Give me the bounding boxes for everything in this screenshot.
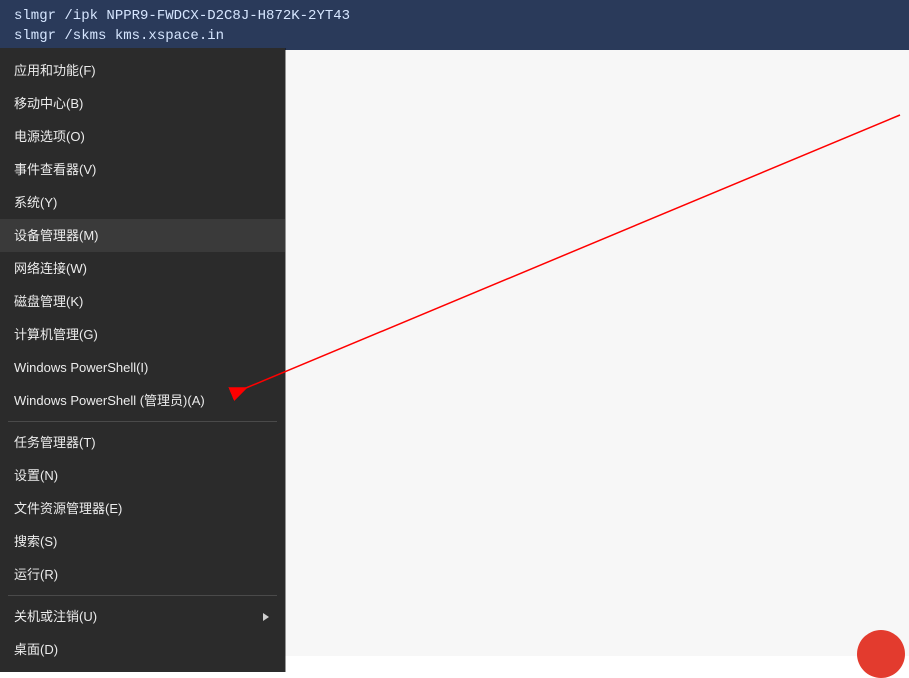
menu-separator — [8, 421, 277, 422]
menu-item-label: 文件资源管理器(E) — [14, 492, 122, 525]
terminal-line-2: slmgr /skms kms.xspace.in — [14, 28, 224, 44]
menu-item-label: 任务管理器(T) — [14, 426, 96, 459]
menu-item-event-viewer[interactable]: 事件查看器(V) — [0, 153, 285, 186]
menu-item-device-manager[interactable]: 设备管理器(M) — [0, 219, 285, 252]
menu-item-computer-management[interactable]: 计算机管理(G) — [0, 318, 285, 351]
menu-item-network-connections[interactable]: 网络连接(W) — [0, 252, 285, 285]
menu-item-label: 磁盘管理(K) — [14, 285, 83, 318]
winx-context-menu[interactable]: 应用和功能(F)移动中心(B)电源选项(O)事件查看器(V)系统(Y)设备管理器… — [0, 48, 285, 672]
menu-item-power-options[interactable]: 电源选项(O) — [0, 120, 285, 153]
menu-item-label: Windows PowerShell (管理员)(A) — [14, 384, 205, 417]
menu-item-desktop[interactable]: 桌面(D) — [0, 633, 285, 666]
menu-item-system[interactable]: 系统(Y) — [0, 186, 285, 219]
floating-action-button[interactable] — [857, 630, 905, 678]
menu-item-label: 运行(R) — [14, 558, 58, 591]
menu-item-disk-management[interactable]: 磁盘管理(K) — [0, 285, 285, 318]
menu-item-file-explorer[interactable]: 文件资源管理器(E) — [0, 492, 285, 525]
menu-item-label: 系统(Y) — [14, 186, 57, 219]
menu-item-label: 设置(N) — [14, 459, 58, 492]
menu-separator — [8, 595, 277, 596]
menu-item-powershell[interactable]: Windows PowerShell(I) — [0, 351, 285, 384]
terminal-line-1: slmgr /ipk NPPR9-FWDCX-D2C8J-H872K-2YT43 — [14, 8, 350, 24]
menu-item-label: 计算机管理(G) — [14, 318, 98, 351]
menu-item-label: 应用和功能(F) — [14, 54, 96, 87]
menu-item-label: 搜索(S) — [14, 525, 57, 558]
menu-item-apps-features[interactable]: 应用和功能(F) — [0, 54, 285, 87]
menu-item-label: 桌面(D) — [14, 633, 58, 666]
menu-item-label: 事件查看器(V) — [14, 153, 96, 186]
menu-item-powershell-admin[interactable]: Windows PowerShell (管理员)(A) — [0, 384, 285, 417]
menu-item-run[interactable]: 运行(R) — [0, 558, 285, 591]
terminal-window: slmgr /ipk NPPR9-FWDCX-D2C8J-H872K-2YT43… — [0, 0, 909, 50]
menu-item-shutdown-signout[interactable]: 关机或注销(U) — [0, 600, 285, 633]
menu-item-label: Windows PowerShell(I) — [14, 351, 148, 384]
menu-item-label: 网络连接(W) — [14, 252, 87, 285]
menu-item-label: 移动中心(B) — [14, 87, 83, 120]
menu-item-label: 电源选项(O) — [14, 120, 85, 153]
menu-item-search[interactable]: 搜索(S) — [0, 525, 285, 558]
chevron-right-icon — [263, 613, 269, 621]
menu-item-label: 关机或注销(U) — [14, 600, 97, 633]
menu-item-settings[interactable]: 设置(N) — [0, 459, 285, 492]
menu-item-label: 设备管理器(M) — [14, 219, 99, 252]
menu-item-task-manager[interactable]: 任务管理器(T) — [0, 426, 285, 459]
menu-item-mobility-center[interactable]: 移动中心(B) — [0, 87, 285, 120]
